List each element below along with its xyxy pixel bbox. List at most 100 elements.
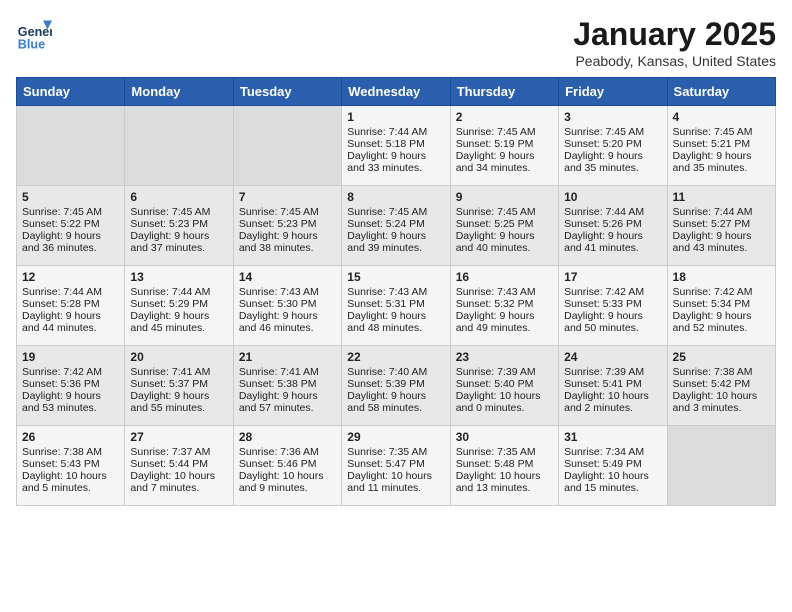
day-info: Sunrise: 7:38 AM: [673, 366, 770, 378]
day-info: and 52 minutes.: [673, 322, 770, 334]
calendar-title: January 2025: [573, 16, 776, 53]
day-info: Daylight: 9 hours: [130, 230, 227, 242]
day-info: Sunset: 5:23 PM: [130, 218, 227, 230]
calendar-cell: 2Sunrise: 7:45 AMSunset: 5:19 PMDaylight…: [450, 106, 558, 186]
calendar-cell: [233, 106, 341, 186]
day-number: 19: [22, 350, 119, 364]
day-info: Daylight: 9 hours: [456, 150, 553, 162]
day-info: and 9 minutes.: [239, 482, 336, 494]
day-info: Sunrise: 7:43 AM: [239, 286, 336, 298]
day-info: Sunset: 5:27 PM: [673, 218, 770, 230]
calendar-cell: 1Sunrise: 7:44 AMSunset: 5:18 PMDaylight…: [342, 106, 450, 186]
calendar-cell: 29Sunrise: 7:35 AMSunset: 5:47 PMDayligh…: [342, 426, 450, 506]
day-info: and 39 minutes.: [347, 242, 444, 254]
header-saturday: Saturday: [667, 78, 775, 106]
day-info: Sunset: 5:48 PM: [456, 458, 553, 470]
title-section: January 2025 Peabody, Kansas, United Sta…: [573, 16, 776, 69]
day-number: 17: [564, 270, 661, 284]
day-number: 6: [130, 190, 227, 204]
day-info: and 11 minutes.: [347, 482, 444, 494]
day-info: Sunset: 5:39 PM: [347, 378, 444, 390]
day-info: Daylight: 10 hours: [456, 470, 553, 482]
calendar-cell: 25Sunrise: 7:38 AMSunset: 5:42 PMDayligh…: [667, 346, 775, 426]
day-info: Sunrise: 7:40 AM: [347, 366, 444, 378]
calendar-cell: 28Sunrise: 7:36 AMSunset: 5:46 PMDayligh…: [233, 426, 341, 506]
day-info: Sunset: 5:49 PM: [564, 458, 661, 470]
day-info: and 57 minutes.: [239, 402, 336, 414]
day-info: and 36 minutes.: [22, 242, 119, 254]
day-number: 2: [456, 110, 553, 124]
day-info: Daylight: 10 hours: [239, 470, 336, 482]
calendar-cell: 21Sunrise: 7:41 AMSunset: 5:38 PMDayligh…: [233, 346, 341, 426]
day-number: 14: [239, 270, 336, 284]
day-info: and 35 minutes.: [673, 162, 770, 174]
day-info: Daylight: 10 hours: [22, 470, 119, 482]
day-info: Sunset: 5:22 PM: [22, 218, 119, 230]
day-info: Daylight: 9 hours: [673, 150, 770, 162]
day-number: 8: [347, 190, 444, 204]
day-number: 12: [22, 270, 119, 284]
day-info: Sunrise: 7:39 AM: [456, 366, 553, 378]
calendar-cell: 4Sunrise: 7:45 AMSunset: 5:21 PMDaylight…: [667, 106, 775, 186]
day-number: 5: [22, 190, 119, 204]
day-number: 29: [347, 430, 444, 444]
day-number: 3: [564, 110, 661, 124]
calendar-cell: 14Sunrise: 7:43 AMSunset: 5:30 PMDayligh…: [233, 266, 341, 346]
day-info: Daylight: 9 hours: [456, 310, 553, 322]
header-friday: Friday: [559, 78, 667, 106]
header-tuesday: Tuesday: [233, 78, 341, 106]
day-number: 25: [673, 350, 770, 364]
day-info: Daylight: 9 hours: [564, 310, 661, 322]
calendar-cell: 15Sunrise: 7:43 AMSunset: 5:31 PMDayligh…: [342, 266, 450, 346]
day-info: Daylight: 9 hours: [130, 390, 227, 402]
day-info: Sunset: 5:20 PM: [564, 138, 661, 150]
day-info: Sunset: 5:44 PM: [130, 458, 227, 470]
calendar-cell: 13Sunrise: 7:44 AMSunset: 5:29 PMDayligh…: [125, 266, 233, 346]
day-info: Daylight: 9 hours: [347, 390, 444, 402]
day-info: Sunset: 5:32 PM: [456, 298, 553, 310]
day-number: 21: [239, 350, 336, 364]
header-row: SundayMondayTuesdayWednesdayThursdayFrid…: [17, 78, 776, 106]
day-info: Daylight: 9 hours: [347, 150, 444, 162]
day-info: Daylight: 9 hours: [239, 310, 336, 322]
day-info: Sunrise: 7:36 AM: [239, 446, 336, 458]
day-info: Sunrise: 7:38 AM: [22, 446, 119, 458]
logo-icon: General Blue: [16, 16, 52, 52]
calendar-cell: 27Sunrise: 7:37 AMSunset: 5:44 PMDayligh…: [125, 426, 233, 506]
day-info: and 40 minutes.: [456, 242, 553, 254]
day-info: and 5 minutes.: [22, 482, 119, 494]
day-info: and 41 minutes.: [564, 242, 661, 254]
calendar-table: SundayMondayTuesdayWednesdayThursdayFrid…: [16, 77, 776, 506]
calendar-cell: 31Sunrise: 7:34 AMSunset: 5:49 PMDayligh…: [559, 426, 667, 506]
day-number: 31: [564, 430, 661, 444]
day-info: and 37 minutes.: [130, 242, 227, 254]
day-info: Daylight: 10 hours: [347, 470, 444, 482]
day-info: Sunrise: 7:42 AM: [22, 366, 119, 378]
day-number: 11: [673, 190, 770, 204]
day-info: Sunrise: 7:45 AM: [22, 206, 119, 218]
day-info: Sunrise: 7:45 AM: [456, 126, 553, 138]
day-info: Sunrise: 7:45 AM: [347, 206, 444, 218]
day-info: Daylight: 9 hours: [22, 310, 119, 322]
day-info: Daylight: 9 hours: [239, 390, 336, 402]
header-sunday: Sunday: [17, 78, 125, 106]
day-info: Sunset: 5:29 PM: [130, 298, 227, 310]
day-number: 23: [456, 350, 553, 364]
day-info: Sunrise: 7:39 AM: [564, 366, 661, 378]
day-info: Daylight: 9 hours: [347, 230, 444, 242]
day-info: Sunrise: 7:45 AM: [564, 126, 661, 138]
day-info: Sunset: 5:47 PM: [347, 458, 444, 470]
day-info: Sunrise: 7:45 AM: [456, 206, 553, 218]
calendar-cell: 16Sunrise: 7:43 AMSunset: 5:32 PMDayligh…: [450, 266, 558, 346]
day-info: and 33 minutes.: [347, 162, 444, 174]
week-row-5: 26Sunrise: 7:38 AMSunset: 5:43 PMDayligh…: [17, 426, 776, 506]
day-info: Sunrise: 7:45 AM: [130, 206, 227, 218]
day-info: Sunset: 5:40 PM: [456, 378, 553, 390]
day-info: Sunset: 5:33 PM: [564, 298, 661, 310]
day-info: Sunrise: 7:35 AM: [456, 446, 553, 458]
day-info: and 3 minutes.: [673, 402, 770, 414]
week-row-1: 1Sunrise: 7:44 AMSunset: 5:18 PMDaylight…: [17, 106, 776, 186]
day-info: Sunset: 5:36 PM: [22, 378, 119, 390]
day-info: and 48 minutes.: [347, 322, 444, 334]
day-info: Daylight: 9 hours: [130, 310, 227, 322]
